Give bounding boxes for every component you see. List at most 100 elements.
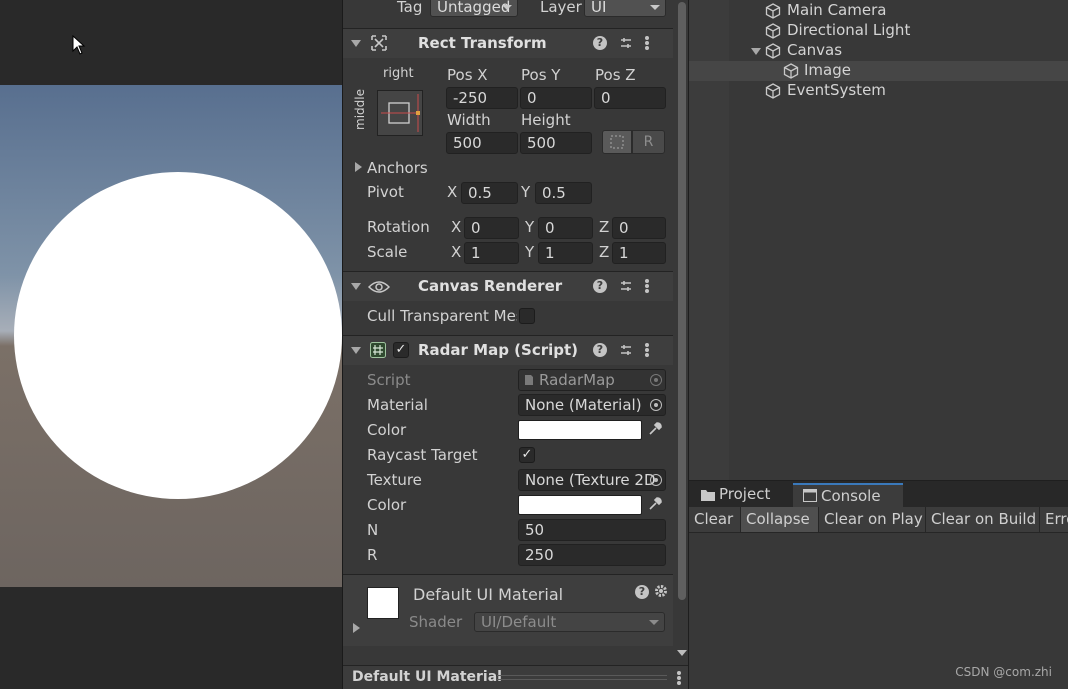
- presets-sliders-icon[interactable]: [619, 279, 633, 293]
- radar-map-enabled-checkbox[interactable]: ✓: [393, 342, 409, 358]
- texture-field[interactable]: None (Texture 2D: [518, 469, 666, 491]
- anchors-foldout-arrow-icon[interactable]: [355, 162, 362, 172]
- pivot-y-field[interactable]: 0.5: [535, 182, 592, 204]
- eyedropper-icon[interactable]: [648, 497, 662, 511]
- scrollbar-thumb[interactable]: [678, 2, 686, 600]
- drag-handle[interactable]: [497, 675, 667, 680]
- more-kebab-icon[interactable]: [645, 36, 649, 50]
- layer-dropdown[interactable]: UI: [584, 0, 666, 17]
- hierarchy-item-directional-light[interactable]: Directional Light: [689, 21, 1068, 41]
- expand-arrow-icon[interactable]: [751, 48, 761, 55]
- more-kebab-icon[interactable]: [645, 279, 649, 293]
- rotation-z-field[interactable]: 0: [612, 217, 666, 239]
- object-picker-icon[interactable]: [650, 399, 662, 411]
- rect-transform-title: Rect Transform: [418, 34, 547, 52]
- collapse-button[interactable]: Collapse: [741, 507, 819, 532]
- color2-swatch[interactable]: [518, 495, 642, 515]
- scale-y-field[interactable]: 1: [538, 242, 593, 264]
- rotation-y-label: Y: [525, 218, 535, 236]
- rotation-y-field[interactable]: 0: [538, 217, 593, 239]
- gear-icon[interactable]: [654, 584, 668, 598]
- color-label: Color: [367, 421, 407, 439]
- scroll-down-arrow-icon[interactable]: [677, 650, 687, 656]
- foldout-arrow-icon[interactable]: [351, 347, 361, 354]
- help-icon[interactable]: ?: [635, 585, 649, 599]
- hierarchy-item-eventsystem[interactable]: EventSystem: [689, 81, 1068, 101]
- scale-x-field[interactable]: 1: [464, 242, 519, 264]
- anchor-preset-button-icon[interactable]: [377, 90, 423, 136]
- radar-image-circle: [14, 172, 342, 499]
- tab-console[interactable]: Console: [793, 483, 903, 507]
- pivot-x-field[interactable]: 0.5: [461, 182, 518, 204]
- tag-dropdown[interactable]: Untagged: [430, 0, 518, 17]
- raycast-target-label: Raycast Target: [367, 446, 478, 464]
- shader-label: Shader: [409, 613, 463, 631]
- material-name: Default UI Material: [413, 585, 564, 604]
- width-field[interactable]: 500: [446, 132, 518, 154]
- height-field[interactable]: 500: [520, 132, 592, 154]
- chevron-down-icon: [502, 5, 512, 10]
- material-field[interactable]: None (Material): [518, 394, 666, 416]
- shader-dropdown[interactable]: UI/Default: [474, 612, 665, 632]
- rect-transform-header[interactable]: Rect Transform ?: [343, 28, 673, 58]
- clear-on-build-button[interactable]: Clear on Build: [926, 507, 1040, 532]
- preview-footer[interactable]: Default UI Material: [343, 665, 688, 689]
- help-icon[interactable]: ?: [593, 36, 607, 50]
- blueprint-mode-button[interactable]: [602, 130, 632, 154]
- script-value: RadarMap: [539, 371, 615, 389]
- foldout-arrow-icon[interactable]: [351, 40, 361, 47]
- object-picker-icon[interactable]: [650, 474, 662, 486]
- hierarchy-item-main-camera[interactable]: Main Camera: [689, 1, 1068, 21]
- scale-z-field[interactable]: 1: [612, 242, 666, 264]
- console-toolbar: Clear Collapse Clear on Play Clear on Bu…: [689, 507, 1068, 533]
- cull-transparent-checkbox[interactable]: [519, 308, 535, 324]
- pivot-label: Pivot: [367, 183, 404, 201]
- presets-sliders-icon[interactable]: [619, 36, 633, 50]
- help-icon[interactable]: ?: [593, 279, 607, 293]
- gameobject-cube-icon: [765, 43, 781, 59]
- chevron-down-icon: [650, 5, 660, 10]
- r-field[interactable]: 250: [518, 544, 666, 566]
- foldout-arrow-icon[interactable]: [351, 283, 361, 290]
- radar-map-header[interactable]: ✓ Radar Map (Script) ?: [343, 335, 673, 365]
- presets-sliders-icon[interactable]: [619, 343, 633, 357]
- pos-z-label: Pos Z: [595, 66, 636, 84]
- n-label: N: [367, 521, 379, 539]
- folder-icon: [701, 490, 715, 501]
- color-swatch[interactable]: [518, 420, 642, 440]
- console-panel: Project Console Clear Collapse Clear on …: [688, 480, 1068, 689]
- error-pause-button[interactable]: Erro: [1040, 507, 1068, 532]
- tab-project[interactable]: Project: [691, 483, 780, 507]
- n-field[interactable]: 50: [518, 519, 666, 541]
- clear-on-play-button[interactable]: Clear on Play: [819, 507, 926, 532]
- raycast-target-checkbox[interactable]: ✓: [519, 447, 535, 463]
- r-label: R: [367, 546, 378, 564]
- help-icon[interactable]: ?: [593, 343, 607, 357]
- material-preview-swatch[interactable]: [367, 587, 399, 619]
- more-kebab-icon[interactable]: [645, 343, 649, 357]
- pos-y-field[interactable]: 0: [520, 87, 592, 109]
- layer-dropdown-value: UI: [591, 0, 607, 16]
- hierarchy-item-canvas[interactable]: Canvas: [689, 41, 1068, 61]
- clear-button[interactable]: Clear: [689, 507, 741, 532]
- material-foldout-arrow-icon[interactable]: [353, 623, 360, 633]
- bottom-tab-bar: Project Console: [689, 481, 1068, 507]
- anchor-preset-v-label: middle: [353, 89, 367, 130]
- chevron-down-icon: [649, 620, 659, 625]
- pos-x-field[interactable]: -250: [446, 87, 518, 109]
- rotation-x-field[interactable]: 0: [464, 217, 519, 239]
- raw-edit-button[interactable]: R: [632, 130, 665, 154]
- canvas-renderer-header[interactable]: Canvas Renderer ?: [343, 271, 673, 301]
- object-picker-icon: [650, 374, 662, 386]
- more-kebab-icon[interactable]: [677, 671, 681, 685]
- pos-z-field[interactable]: 0: [594, 87, 666, 109]
- gameobject-cube-icon: [765, 23, 781, 39]
- inspector-panel: Tag Untagged Layer UI Rect Transform ? r…: [342, 0, 688, 689]
- hierarchy-item-image[interactable]: Image: [689, 61, 1068, 81]
- inspector-scrollbar[interactable]: [674, 0, 688, 660]
- eyedropper-icon[interactable]: [648, 422, 662, 436]
- anchors-label[interactable]: Anchors: [367, 159, 428, 177]
- texture-label: Texture: [367, 471, 422, 489]
- scale-y-label: Y: [525, 243, 535, 261]
- game-view[interactable]: [0, 0, 342, 689]
